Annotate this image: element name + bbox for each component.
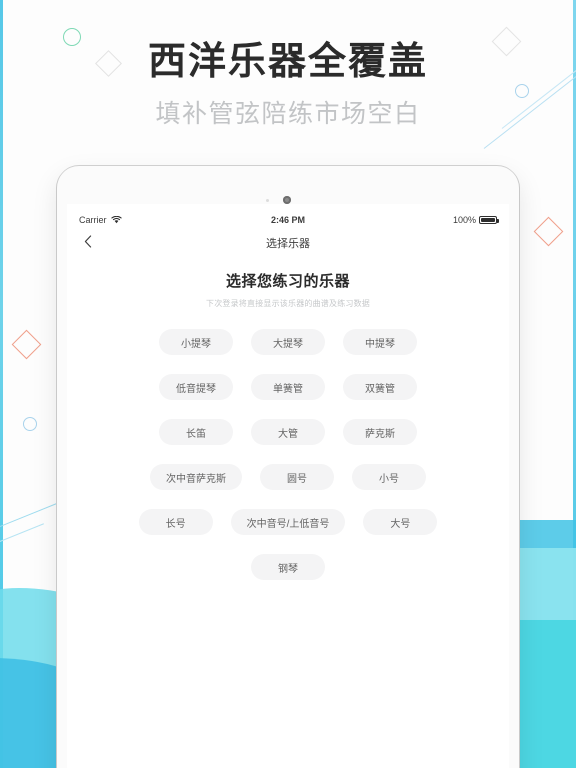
instrument-chip[interactable]: 小提琴 (159, 329, 233, 355)
deco-diamond-orange-left (11, 329, 42, 360)
instrument-chip[interactable]: 大管 (251, 419, 325, 445)
page-title: 选择您练习的乐器 (225, 273, 350, 290)
deco-line-left-2 (0, 523, 44, 546)
deco-line-left-1 (0, 503, 57, 529)
instrument-chip[interactable]: 小号 (352, 464, 426, 490)
instrument-chip[interactable]: 双簧管 (343, 374, 417, 400)
nav-title: 选择乐器 (266, 238, 310, 250)
status-bar-clock: 2:46 PM (270, 215, 305, 225)
deco-circle-blue-left (23, 417, 37, 431)
promo-subheadline: 填补管弦陪练市场空白 (155, 100, 421, 128)
instrument-chip[interactable]: 圆号 (260, 464, 334, 490)
chevron-left-icon (84, 235, 92, 253)
device-screen: Carrier 2:46 PM 100% 选择乐器 选择您练习的乐器 下次登录将… (67, 204, 509, 768)
instrument-chip[interactable]: 钢琴 (251, 554, 325, 580)
instrument-chip-row: 长笛 大管 萨克斯 (85, 419, 491, 445)
app-promo-screen: 西洋乐器全覆盖 填补管弦陪练市场空白 Carrier 2:46 PM 100% … (0, 0, 576, 768)
tablet-device-frame: Carrier 2:46 PM 100% 选择乐器 选择您练习的乐器 下次登录将… (57, 166, 519, 768)
instrument-chip[interactable]: 次中音萨克斯 (150, 464, 242, 490)
instrument-chip-row: 钢琴 (85, 554, 491, 580)
promo-headline: 西洋乐器全覆盖 (147, 41, 428, 83)
status-bar-right: 100% (452, 215, 499, 225)
page-subtitle: 下次登录将直接显示该乐器的曲谱及练习数据 (206, 299, 370, 308)
instrument-chip[interactable]: 次中音号/上低音号 (230, 509, 346, 535)
instrument-chip[interactable]: 低音提琴 (159, 374, 233, 400)
instrument-chip-grid: 小提琴 大提琴 中提琴 低音提琴 单簧管 双簧管 长笛 大管 萨克斯 次中音萨克斯 圆号 小号 长号 次中… (67, 329, 509, 580)
instrument-chip[interactable]: 长号 (138, 509, 213, 535)
instrument-chip[interactable]: 大提琴 (251, 329, 325, 355)
instrument-chip[interactable]: 大号 (363, 509, 438, 535)
sensor-dot-icon (266, 199, 269, 202)
instrument-chip-row: 长号 次中音号/上低音号 大号 (85, 509, 491, 535)
battery-percent-label: 100% (452, 215, 476, 225)
battery-fill (481, 218, 495, 222)
instrument-chip[interactable]: 长笛 (159, 419, 233, 445)
deco-diamond-orange-right (533, 216, 564, 247)
instrument-chip-row: 低音提琴 单簧管 双簧管 (85, 374, 491, 400)
instrument-chip-row: 小提琴 大提琴 中提琴 (85, 329, 491, 355)
instrument-chip[interactable]: 萨克斯 (343, 419, 417, 445)
instrument-chip-row: 次中音萨克斯 圆号 小号 (85, 464, 491, 490)
battery-full-icon (479, 216, 499, 224)
back-button[interactable] (79, 235, 97, 253)
camera-dot-icon (283, 196, 291, 204)
instrument-chip[interactable]: 单簧管 (251, 374, 325, 400)
instrument-chip[interactable]: 中提琴 (343, 329, 417, 355)
nav-bar: 选择乐器 (67, 232, 509, 258)
status-bar: Carrier 2:46 PM 100% (67, 212, 509, 232)
